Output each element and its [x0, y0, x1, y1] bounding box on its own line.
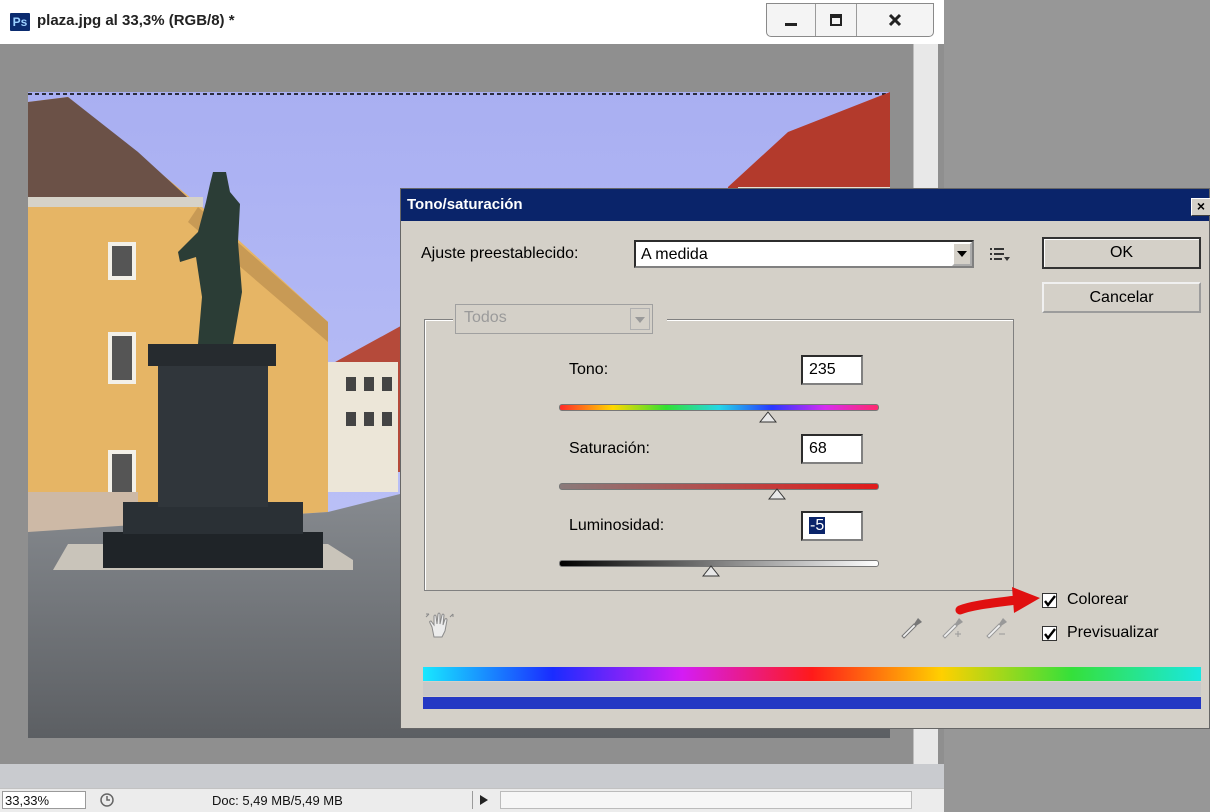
annotation-arrow-icon [955, 587, 1040, 615]
channel-dropdown-field[interactable]: Todos [455, 304, 653, 334]
lightness-slider-thumb[interactable] [702, 565, 720, 577]
photoshop-logo-icon: Ps [10, 13, 30, 31]
lightness-value-selected: -5 [809, 517, 826, 534]
close-icon [888, 13, 902, 27]
document-title: plaza.jpg al 33,3% (RGB/8) * [37, 12, 235, 29]
targeted-adjustment-hand-icon[interactable] [424, 611, 458, 641]
saturation-label: Saturación: [569, 440, 650, 457]
channel-dropdown[interactable]: Todos [453, 302, 667, 336]
adjustment-group [424, 319, 1014, 591]
saturation-slider-track[interactable] [559, 483, 879, 490]
preset-dropdown-arrow-icon[interactable] [952, 242, 972, 266]
output-color-bar [423, 697, 1201, 709]
status-menu-arrow-icon[interactable] [472, 791, 495, 809]
dialog-close-button[interactable]: × [1191, 198, 1210, 216]
horizontal-scrollbar[interactable] [500, 791, 912, 809]
minimize-button[interactable] [767, 4, 816, 36]
channel-dropdown-arrow-icon[interactable] [630, 308, 650, 330]
preview-checkbox[interactable] [1042, 626, 1057, 641]
colorize-checkbox[interactable] [1042, 593, 1057, 608]
preset-label: Ajuste preestablecido: [421, 245, 579, 262]
preset-options-icon[interactable] [988, 245, 1012, 263]
preset-value: A medida [641, 246, 708, 263]
lightness-input[interactable]: -5 [801, 511, 863, 541]
hue-label: Tono: [569, 361, 609, 378]
hue-slider-track[interactable] [559, 404, 879, 411]
maximize-icon [830, 14, 842, 26]
saturation-slider-thumb[interactable] [767, 488, 786, 500]
dialog-title: Tono/saturación [407, 196, 523, 213]
window-controls [766, 3, 934, 37]
status-bar: 33,33% Doc: 5,49 MB/5,49 MB [0, 788, 944, 812]
status-info-icon[interactable] [92, 791, 122, 809]
range-slider-bar[interactable] [423, 682, 1201, 696]
preview-label[interactable]: Previsualizar [1067, 624, 1159, 642]
close-button[interactable] [857, 4, 933, 36]
input-color-bar [423, 667, 1201, 681]
ok-button[interactable]: OK [1042, 237, 1201, 269]
minimize-icon [785, 23, 797, 26]
hue-saturation-dialog: Tono/saturación × Ajuste preestablecido:… [400, 188, 1210, 729]
cancel-button[interactable]: Cancelar [1042, 282, 1201, 313]
hue-slider-thumb[interactable] [758, 411, 777, 423]
document-titlebar[interactable]: Ps plaza.jpg al 33,3% (RGB/8) * [0, 0, 944, 45]
channel-value: Todos [464, 309, 507, 326]
preset-dropdown[interactable]: A medida [634, 240, 974, 268]
colorize-label[interactable]: Colorear [1067, 591, 1128, 609]
hue-input[interactable]: 235 [801, 355, 863, 385]
maximize-button[interactable] [816, 4, 857, 36]
document-size-info: Doc: 5,49 MB/5,49 MB [212, 793, 343, 808]
eyedropper-icon[interactable] [898, 614, 924, 640]
dialog-titlebar[interactable]: Tono/saturación × [401, 189, 1210, 221]
zoom-field[interactable]: 33,33% [2, 791, 86, 809]
saturation-input[interactable]: 68 [801, 434, 863, 464]
lightness-label: Luminosidad: [569, 517, 665, 534]
